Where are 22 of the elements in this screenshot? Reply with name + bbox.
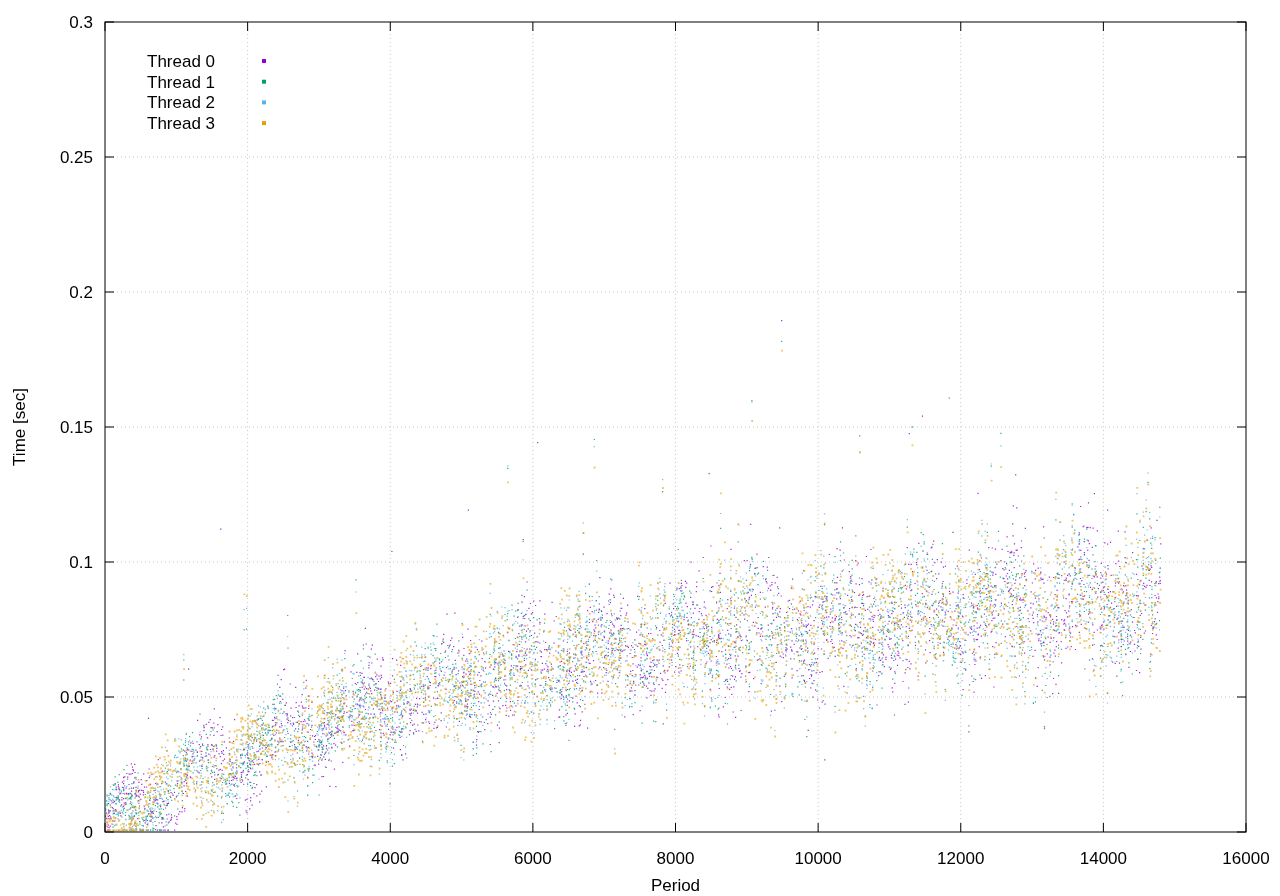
y-tick-label: 0.25 <box>59 148 93 167</box>
x-tick-label: 2000 <box>228 849 267 868</box>
x-tick-label: 4000 <box>371 849 410 868</box>
x-tick-label: 14000 <box>1079 849 1127 868</box>
y-tick-label: 0.3 <box>69 13 93 32</box>
x-tick-label: 6000 <box>513 849 552 868</box>
y-tick-label: 0.15 <box>59 418 93 437</box>
x-tick-label: 10000 <box>794 849 842 868</box>
y-tick-label: 0.1 <box>69 553 93 572</box>
legend-label: Thread 1 <box>147 72 216 92</box>
y-tick-label: 0.05 <box>59 688 93 707</box>
x-axis-title: Period <box>650 876 701 895</box>
legend-label: Thread 3 <box>147 114 216 134</box>
y-tick-label: 0.2 <box>69 283 93 302</box>
legend-label: Thread 0 <box>147 52 216 71</box>
y-axis-title: Time [sec] <box>10 388 29 466</box>
y-tick-label: 0 <box>83 823 93 842</box>
x-tick-label: 12000 <box>937 849 985 868</box>
x-tick-label: 16000 <box>1222 849 1270 868</box>
x-tick-label: 0 <box>100 849 110 868</box>
legend-label: Thread 2 <box>147 93 216 113</box>
x-tick-label: 8000 <box>656 849 695 868</box>
